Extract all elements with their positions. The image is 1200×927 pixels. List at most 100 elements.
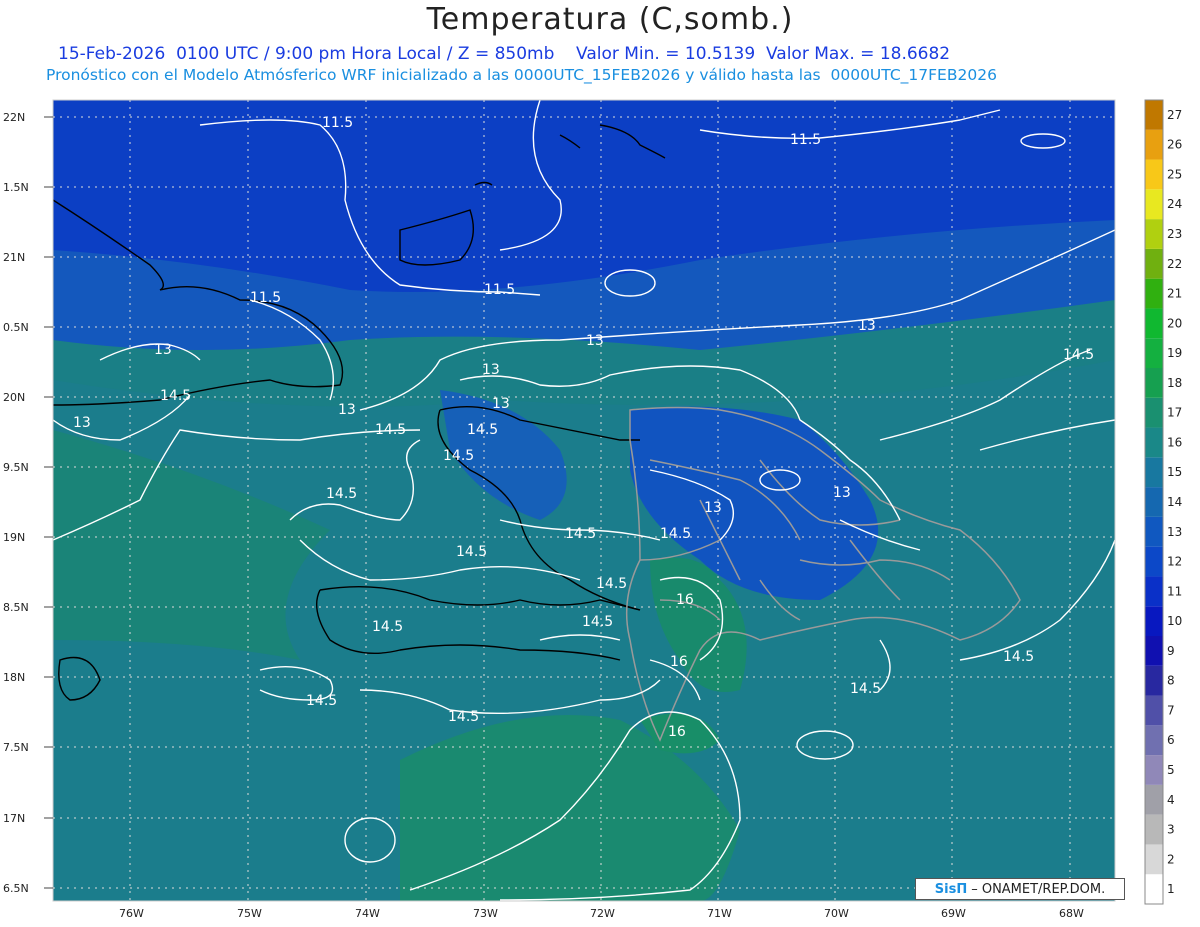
colorbar-swatch: [1145, 397, 1163, 428]
contour-label: 14.5: [372, 619, 403, 635]
colorbar-swatch: [1145, 457, 1163, 488]
colorbar-swatch: [1145, 248, 1163, 279]
lat-label: 9.5N: [3, 461, 29, 474]
colorbar-label: 13: [1167, 525, 1182, 539]
lat-label: 6.5N: [3, 882, 29, 895]
colorbar-swatch: [1145, 338, 1163, 368]
colorbar-legend: 1234567891011121314151617181920212223242…: [1144, 99, 1182, 905]
colorbar-swatch: [1145, 487, 1163, 517]
lat-label: 1.5N: [3, 181, 29, 194]
colorbar-label: 19: [1167, 346, 1182, 360]
colorbar-label: 27: [1167, 108, 1182, 122]
colorbar-swatch: [1145, 576, 1163, 607]
contour-label: 13: [833, 485, 851, 501]
colorbar-label: 21: [1167, 287, 1182, 301]
contour-label: 13: [492, 396, 510, 412]
lat-label: 22N: [3, 111, 25, 124]
colorbar-swatch: [1145, 784, 1163, 815]
shaded-field: [53, 100, 1115, 901]
contour-label: 11.5: [250, 290, 281, 306]
lat-label: 0.5N: [3, 321, 29, 334]
colorbar-swatch: [1145, 308, 1163, 339]
colorbar-swatch: [1145, 606, 1163, 636]
colorbar-label: 7: [1167, 703, 1175, 717]
contour-label: 13: [154, 342, 172, 358]
contour-label: 14.5: [326, 486, 357, 502]
colorbar-label: 2: [1167, 852, 1175, 866]
contour-label: 14.5: [443, 448, 474, 464]
contour-label: 14.5: [660, 526, 691, 542]
contour-label: 13: [482, 362, 500, 378]
credit-text: – ONAMET/REP.DOM.: [971, 881, 1106, 897]
colorbar-swatch: [1145, 755, 1163, 785]
lon-label: 69W: [941, 907, 966, 920]
lon-label: 76W: [119, 907, 144, 920]
colorbar-label: 1: [1167, 882, 1175, 896]
lat-label: 17N: [3, 812, 25, 825]
contour-label: 14.5: [1063, 347, 1094, 363]
longitude-axis: 76W 75W 74W 73W 72W 71W 70W 69W 68W: [119, 907, 1084, 920]
colorbar-label: 25: [1167, 167, 1182, 181]
colorbar-swatch: [1145, 189, 1163, 220]
colorbar-swatch: [1145, 725, 1163, 756]
contour-label: 14.5: [1003, 649, 1034, 665]
colorbar-label: 9: [1167, 644, 1175, 658]
contour-label: 14.5: [565, 526, 596, 542]
colorbar-swatch: [1145, 129, 1163, 160]
colorbar-label: 23: [1167, 227, 1182, 241]
contour-label: 16: [668, 724, 686, 740]
colorbar-label: 10: [1167, 614, 1182, 628]
temperature-map: 11.5 11.5 11.5 11.5 13 13 13 13 13 13 13…: [3, 99, 1182, 920]
colorbar-swatch: [1145, 427, 1163, 458]
lon-label: 72W: [590, 907, 615, 920]
contour-label: 13: [586, 333, 604, 349]
colorbar-swatch: [1145, 695, 1163, 726]
sispi-logo: SisΠ: [934, 881, 968, 897]
latitude-axis: 22N 1.5N 21N 0.5N 20N 9.5N 19N 8.5N 18N …: [3, 111, 53, 895]
contour-label: 14.5: [306, 693, 337, 709]
colorbar-label: 24: [1167, 197, 1182, 211]
colorbar-label: 18: [1167, 376, 1182, 390]
contour-label: 13: [73, 415, 91, 431]
colorbar-swatch: [1145, 844, 1163, 875]
colorbar-label: 6: [1167, 733, 1175, 747]
contour-label: 14.5: [467, 422, 498, 438]
contour-label: 14.5: [850, 681, 881, 697]
contour-label: 16: [676, 592, 694, 608]
lon-label: 70W: [824, 907, 849, 920]
colorbar-swatch: [1145, 159, 1163, 190]
colorbar-label: 14: [1167, 495, 1182, 509]
colorbar-swatch: [1145, 219, 1163, 249]
colorbar-label: 4: [1167, 793, 1175, 807]
colorbar-swatch: [1145, 100, 1163, 130]
colorbar-swatch: [1145, 636, 1163, 666]
credit-box: SisΠ – ONAMET/REP.DOM.: [915, 878, 1125, 900]
contour-label: 14.5: [375, 422, 406, 438]
colorbar-label: 15: [1167, 465, 1182, 479]
colorbar-swatch: [1145, 546, 1163, 577]
colorbar-swatch: [1145, 665, 1163, 696]
contour-label: 13: [858, 318, 876, 334]
colorbar-swatch: [1145, 278, 1163, 309]
lon-label: 75W: [237, 907, 262, 920]
lon-label: 74W: [355, 907, 380, 920]
contour-label: 14.5: [582, 614, 613, 630]
lon-label: 73W: [473, 907, 498, 920]
contour-label: 13: [704, 500, 722, 516]
contour-label: 11.5: [484, 282, 515, 298]
colorbar-swatch: [1145, 368, 1163, 398]
lat-label: 20N: [3, 391, 25, 404]
colorbar-label: 8: [1167, 674, 1175, 688]
colorbar-swatch: [1145, 814, 1163, 845]
lat-label: 8.5N: [3, 601, 29, 614]
contour-label: 14.5: [160, 388, 191, 404]
colorbar-label: 22: [1167, 257, 1182, 271]
colorbar-label: 20: [1167, 316, 1182, 330]
contour-label: 14.5: [456, 544, 487, 560]
lat-label: 21N: [3, 251, 25, 264]
lat-label: 19N: [3, 531, 25, 544]
contour-label: 13: [338, 402, 356, 418]
lat-label: 18N: [3, 671, 25, 684]
colorbar-swatch: [1145, 874, 1163, 904]
contour-label: 14.5: [448, 709, 479, 725]
